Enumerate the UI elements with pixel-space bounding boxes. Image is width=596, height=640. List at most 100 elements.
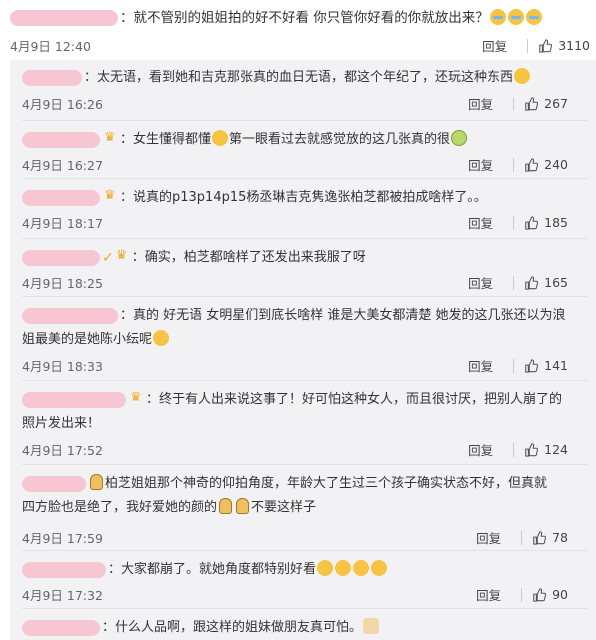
reply-actions: 回复 165 — [468, 273, 568, 292]
reply-button[interactable]: 回复 — [476, 528, 501, 547]
reply-actions: 回复 185 — [468, 213, 568, 232]
smirk-emoji-icon — [212, 130, 229, 146]
divider — [513, 215, 515, 230]
divider — [22, 608, 588, 609]
thumbs-up-icon[interactable] — [524, 358, 539, 373]
timestamp: 4月9日 12:40 — [10, 39, 91, 54]
username-redacted[interactable] — [22, 307, 118, 324]
username-redacted[interactable] — [10, 10, 118, 26]
timestamp: 4月9日 17:32 — [22, 588, 103, 603]
tea-emoji-icon — [451, 130, 468, 146]
reply-body: 四方脸也是绝了，我好爱她的颜的 — [22, 500, 218, 515]
replies-panel: ：太无语，看到她和吉克那张真的血日无语，都这个年纪了，还玩这种东西 4月9日 1… — [10, 60, 596, 640]
sad-emoji-icon — [335, 560, 352, 576]
reply-button[interactable]: 回复 — [468, 356, 493, 375]
sad-emoji-icon — [353, 560, 370, 576]
divider — [22, 380, 588, 381]
crying-emoji-icon — [489, 9, 506, 25]
thumbs-up-icon[interactable] — [524, 442, 539, 457]
reply-body: 不要这样子 — [251, 500, 317, 515]
reply-actions: 回复 240 — [468, 155, 568, 174]
thumbs-up-icon[interactable] — [524, 215, 539, 230]
reply-button[interactable]: 回复 — [468, 213, 493, 232]
thumbs-up-icon[interactable] — [532, 530, 547, 545]
vip-badge-icon: ♛ — [104, 188, 116, 203]
reply-body: ：说真的p13p14p15杨丞琳吉克隽逸张柏芝都被拍成啥样了。。 — [120, 190, 487, 205]
reply-text: ：什么人品啊，跟这样的姐妹做朋友真可怕。 — [22, 616, 578, 640]
reply-body: ：什么人品啊，跟这样的姐妹做朋友真可怕。 — [102, 620, 363, 635]
reply-button[interactable]: 回复 — [468, 440, 493, 459]
pray-emoji-icon — [236, 498, 250, 514]
username-redacted[interactable] — [22, 619, 100, 636]
like-count: 3110 — [558, 38, 590, 53]
reply-body: ：真的 好无语 女明星们到底长啥样 谁是大美女都清楚 她发的这几张还以为浪 — [120, 308, 566, 323]
reply-button[interactable]: 回复 — [468, 155, 493, 174]
like-count: 90 — [552, 587, 568, 602]
reply-text: 柏芝姐姐那个神奇的仰拍角度，年龄大了生过三个孩子确实状态不好，但真就四方脸也是绝… — [22, 472, 578, 520]
username-redacted[interactable] — [22, 391, 126, 408]
timestamp: 4月9日 16:26 — [22, 97, 103, 112]
main-comment: ：就不管别的姐姐拍的好不好看 你只管你好看的你就放出来？ 4月9日 12:40 … — [0, 0, 596, 62]
reply-button[interactable]: 回复 — [468, 94, 493, 113]
reply-body: 照片发出来！ — [22, 416, 101, 431]
reply-button[interactable]: 回复 — [482, 36, 507, 55]
reply-text: ✓ ♛ ：确实，柏芝都啥样了还发出来我服了呀 — [22, 246, 578, 270]
reply-text: ：真的 好无语 女明星们到底长啥样 谁是大美女都清楚 她发的这几张还以为浪 姐最美… — [22, 304, 578, 352]
like-count: 240 — [544, 157, 568, 172]
timestamp: 4月9日 18:17 — [22, 216, 103, 231]
comment-actions: 回复 3110 — [482, 36, 590, 55]
divider — [22, 238, 588, 239]
username-redacted[interactable] — [22, 249, 100, 266]
vip-badge-icon: ♛ — [130, 390, 142, 405]
vip-badge-icon: ♛ — [115, 248, 128, 263]
doge-emoji-icon — [363, 618, 380, 634]
crying-emoji-icon — [525, 9, 542, 25]
reply-body: 柏芝姐姐那个神奇的仰拍角度，年龄大了生过三个孩子确实状态不好，但真就 — [105, 476, 548, 491]
divider — [513, 442, 515, 457]
reply-actions: 回复 78 — [476, 528, 568, 547]
divider — [513, 157, 515, 172]
reply-button[interactable]: 回复 — [468, 273, 493, 292]
divider — [513, 358, 515, 373]
reply-body: ：确实，柏芝都啥样了还发出来我服了呀 — [131, 250, 366, 265]
like-count: 165 — [544, 275, 568, 290]
smile-emoji-icon — [514, 68, 531, 84]
thumbs-up-icon[interactable] — [532, 587, 547, 602]
sad-emoji-icon — [371, 560, 388, 576]
like-count: 267 — [544, 96, 568, 111]
username-redacted[interactable] — [22, 475, 86, 492]
username-redacted[interactable] — [22, 561, 106, 578]
reply-text: ♛ ：女生懂得都懂 第一眼看过去就感觉放的这几张真的很 — [22, 128, 578, 152]
comment-thread: ：就不管别的姐姐拍的好不好看 你只管你好看的你就放出来？ 4月9日 12:40 … — [0, 0, 596, 640]
timestamp: 4月9日 18:33 — [22, 359, 103, 374]
pray-emoji-icon — [90, 474, 103, 490]
reply-actions: 回复 141 — [468, 356, 568, 375]
timestamp: 4月9日 17:59 — [22, 531, 103, 546]
reply-item: ：太无语，看到她和吉克那张真的血日无语，都这个年纪了，还玩这种东西 4月9日 1… — [10, 60, 586, 118]
username-redacted[interactable] — [22, 69, 82, 86]
reply-text: ：太无语，看到她和吉克那张真的血日无语，都这个年纪了，还玩这种东西 — [22, 66, 578, 90]
reply-item: ✓ ♛ ：确实，柏芝都啥样了还发出来我服了呀 4月9日 18:25 回复 165 — [10, 240, 586, 296]
thumbs-up-icon[interactable] — [524, 157, 539, 172]
main-comment-text: ：就不管别的姐姐拍的好不好看 你只管你好看的你就放出来？ — [10, 8, 543, 28]
sad-emoji-icon — [317, 560, 334, 576]
username-redacted[interactable] — [22, 131, 100, 148]
thumbs-up-icon[interactable] — [524, 275, 539, 290]
username-redacted[interactable] — [22, 189, 100, 206]
divider — [22, 296, 588, 297]
verified-check-icon: ✓ — [102, 250, 114, 266]
thumbs-up-icon[interactable] — [538, 38, 553, 53]
reply-item: ：大家都崩了。就她角度都特别好看 4月9日 17:32 回复 90 — [10, 552, 586, 608]
divider — [22, 120, 588, 121]
smirk-emoji-icon — [153, 330, 170, 346]
reply-actions: 回复 124 — [468, 440, 568, 459]
timestamp: 4月9日 17:52 — [22, 443, 103, 458]
reply-item: 柏芝姐姐那个神奇的仰拍角度，年龄大了生过三个孩子确实状态不好，但真就四方脸也是绝… — [10, 466, 586, 550]
thumbs-up-icon[interactable] — [524, 96, 539, 111]
like-count: 124 — [544, 442, 568, 457]
crying-emoji-icon — [507, 9, 524, 25]
reply-button[interactable]: 回复 — [476, 585, 501, 604]
timestamp: 4月9日 16:27 — [22, 158, 103, 173]
reply-item: ♛ ：女生懂得都懂 第一眼看过去就感觉放的这几张真的很 4月9日 16:27 回复 … — [10, 122, 586, 178]
reply-item: ：真的 好无语 女明星们到底长啥样 谁是大美女都清楚 她发的这几张还以为浪 姐最美… — [10, 298, 586, 378]
